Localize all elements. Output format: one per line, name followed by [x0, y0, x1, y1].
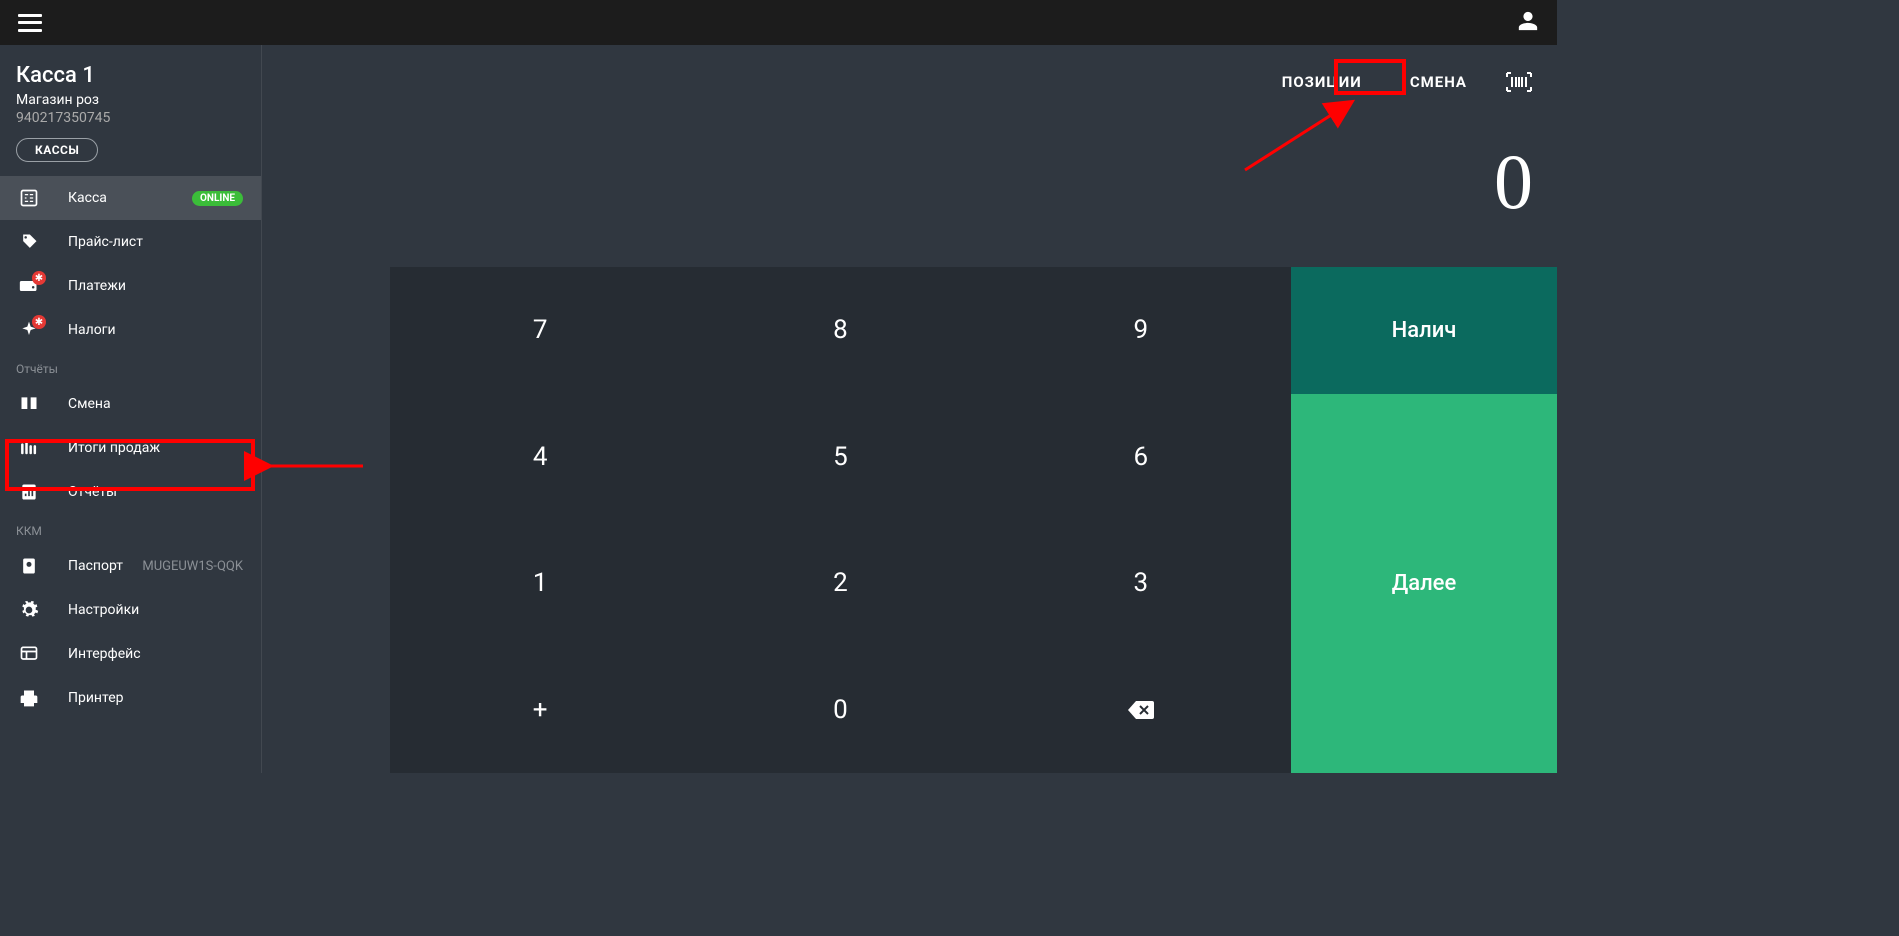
- sidebar-item-pricelist[interactable]: Прайс-лист: [0, 220, 261, 264]
- sidebar-item-interface[interactable]: Интерфейс: [0, 632, 261, 676]
- calculator-icon: [18, 187, 40, 209]
- amount-display: 0: [1494, 137, 1533, 227]
- key-8[interactable]: 8: [690, 267, 990, 394]
- key-plus[interactable]: +: [390, 647, 690, 774]
- online-badge: ONLINE: [192, 191, 243, 206]
- sidebar-item-label: Касса: [68, 190, 107, 206]
- sparkle-icon: ✱: [18, 319, 40, 341]
- document-icon: [18, 481, 40, 503]
- main-area: ПОЗИЦИИ СМЕНА 0 7 8 9 4 5: [262, 45, 1557, 773]
- sidebar-item-payments[interactable]: ✱ Платежи: [0, 264, 261, 308]
- alert-dot-icon: ✱: [32, 271, 46, 285]
- section-kkm: ККМ: [0, 514, 261, 544]
- key-3[interactable]: 3: [991, 520, 1291, 647]
- section-reports: Отчёты: [0, 352, 261, 382]
- sidebar-item-taxes[interactable]: ✱ Налоги: [0, 308, 261, 352]
- barcode-scan-icon[interactable]: [1505, 71, 1533, 93]
- sidebar-item-kassa[interactable]: Касса ONLINE: [0, 176, 261, 220]
- sidebar-item-label: Интерфейс: [68, 646, 141, 662]
- sidebar-item-label: Паспорт: [68, 558, 123, 574]
- kassy-button[interactable]: КАССЫ: [16, 138, 98, 162]
- key-5[interactable]: 5: [690, 394, 990, 521]
- sidebar-item-printer[interactable]: Принтер: [0, 676, 261, 720]
- key-backspace[interactable]: [991, 647, 1291, 774]
- tab-positions[interactable]: ПОЗИЦИИ: [1272, 67, 1372, 97]
- sidebar: Касса 1 Магазин роз 940217350745 КАССЫ К…: [0, 45, 262, 773]
- layout-icon: [18, 643, 40, 665]
- next-button[interactable]: Далее: [1291, 394, 1557, 774]
- sidebar-item-sales-totals[interactable]: Итоги продаж: [0, 426, 261, 470]
- sidebar-item-label: Смена: [68, 396, 111, 412]
- profile-icon[interactable]: [1517, 10, 1539, 36]
- sidebar-item-passport[interactable]: Паспорт MUGEUW1S-QQK: [0, 544, 261, 588]
- sidebar-item-label: Отчёты: [68, 484, 117, 500]
- printer-icon: [18, 687, 40, 709]
- book-icon: [18, 393, 40, 415]
- gear-icon: [18, 599, 40, 621]
- key-4[interactable]: 4: [390, 394, 690, 521]
- org-id: 940217350745: [16, 110, 245, 126]
- cash-button[interactable]: Налич: [1291, 267, 1557, 394]
- key-0[interactable]: 0: [690, 647, 990, 774]
- sidebar-item-settings[interactable]: Настройки: [0, 588, 261, 632]
- sidebar-item-label: Настройки: [68, 602, 139, 618]
- hamburger-menu[interactable]: [18, 14, 42, 32]
- key-2[interactable]: 2: [690, 520, 990, 647]
- key-6[interactable]: 6: [991, 394, 1291, 521]
- chart-icon: [18, 437, 40, 459]
- store-name: Магазин роз: [16, 92, 245, 108]
- key-1[interactable]: 1: [390, 520, 690, 647]
- key-9[interactable]: 9: [991, 267, 1291, 394]
- sidebar-item-label: Платежи: [68, 278, 126, 294]
- passport-code: MUGEUW1S-QQK: [142, 559, 243, 574]
- sidebar-item-label: Итоги продаж: [68, 440, 160, 456]
- sidebar-item-label: Налоги: [68, 322, 116, 338]
- passport-icon: [18, 555, 40, 577]
- sidebar-item-reports[interactable]: Отчёты: [0, 470, 261, 514]
- tags-icon: [18, 231, 40, 253]
- sidebar-item-shift[interactable]: Смена: [0, 382, 261, 426]
- key-7[interactable]: 7: [390, 267, 690, 394]
- sidebar-item-label: Прайс-лист: [68, 234, 143, 250]
- alert-dot-icon: ✱: [32, 315, 46, 329]
- tab-shift[interactable]: СМЕНА: [1400, 67, 1477, 97]
- register-title: Касса 1: [16, 63, 245, 88]
- wallet-icon: ✱: [18, 275, 40, 297]
- numeric-keypad: 7 8 9 4 5 6 1 2 3 + 0: [390, 267, 1291, 773]
- sidebar-item-label: Принтер: [68, 690, 123, 706]
